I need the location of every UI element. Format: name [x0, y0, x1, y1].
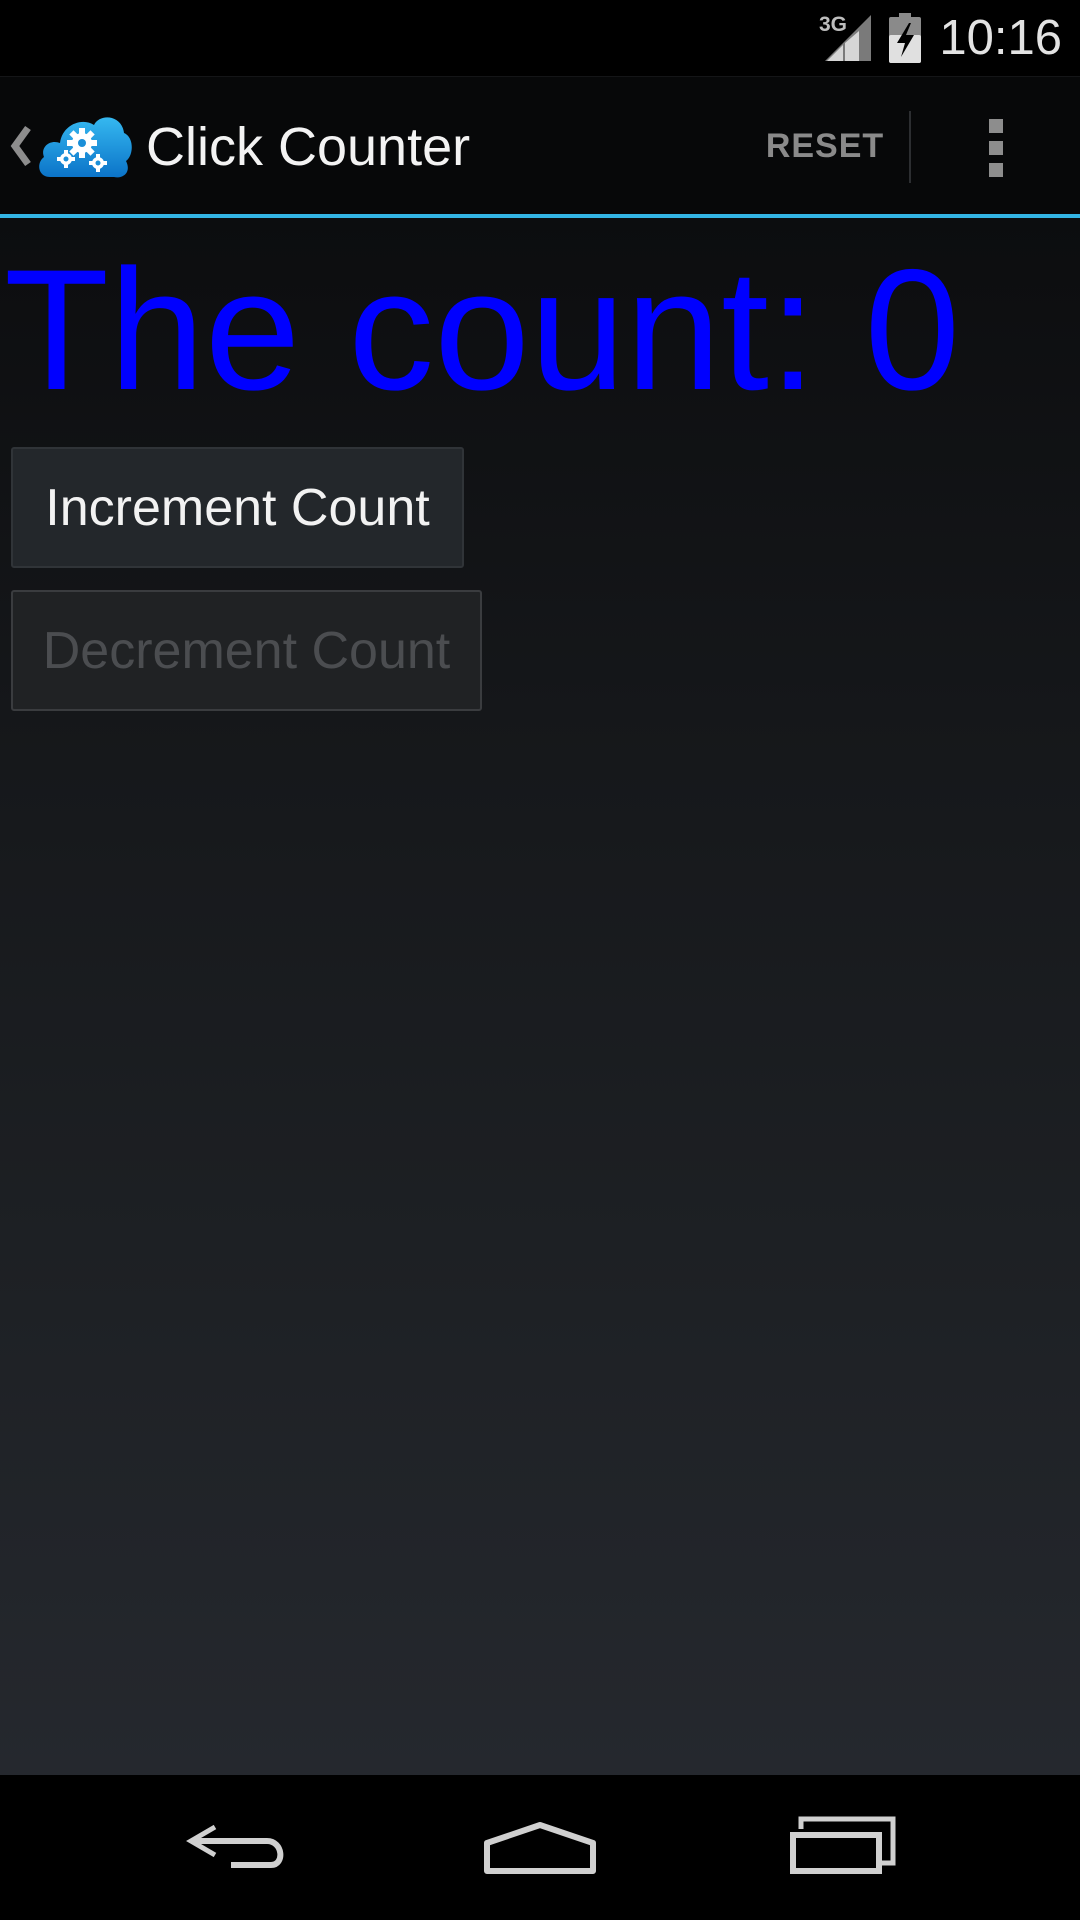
action-divider [909, 111, 911, 183]
navigation-bar [0, 1775, 1080, 1920]
status-bar: 3G 10:16 [0, 0, 1080, 76]
status-time: 10:16 [939, 10, 1062, 65]
app-title: Click Counter [146, 117, 471, 177]
recent-apps-icon[interactable] [777, 1805, 907, 1891]
back-icon[interactable] [175, 1805, 305, 1891]
action-bar: Click Counter RESET [0, 76, 1080, 215]
count-text: The count: 0 [4, 234, 961, 426]
app-icon[interactable] [36, 107, 132, 183]
overflow-menu-icon[interactable] [970, 117, 1022, 179]
device-screen: 3G 10:16 Click Counter RESET The count: … [0, 0, 1080, 1920]
battery-icon [889, 13, 922, 63]
decrement-button[interactable]: Decrement Count [11, 590, 482, 711]
main-content: The count: 0 Increment Count Decrement C… [0, 218, 1080, 1775]
home-icon[interactable] [475, 1805, 605, 1891]
increment-button[interactable]: Increment Count [11, 447, 464, 568]
up-icon[interactable] [8, 124, 34, 168]
reset-button[interactable]: RESET [740, 115, 910, 177]
status-icons: 3G 10:16 [819, 0, 1062, 76]
signal-icon: 3G [819, 13, 872, 61]
network-type-label: 3G [819, 13, 847, 36]
